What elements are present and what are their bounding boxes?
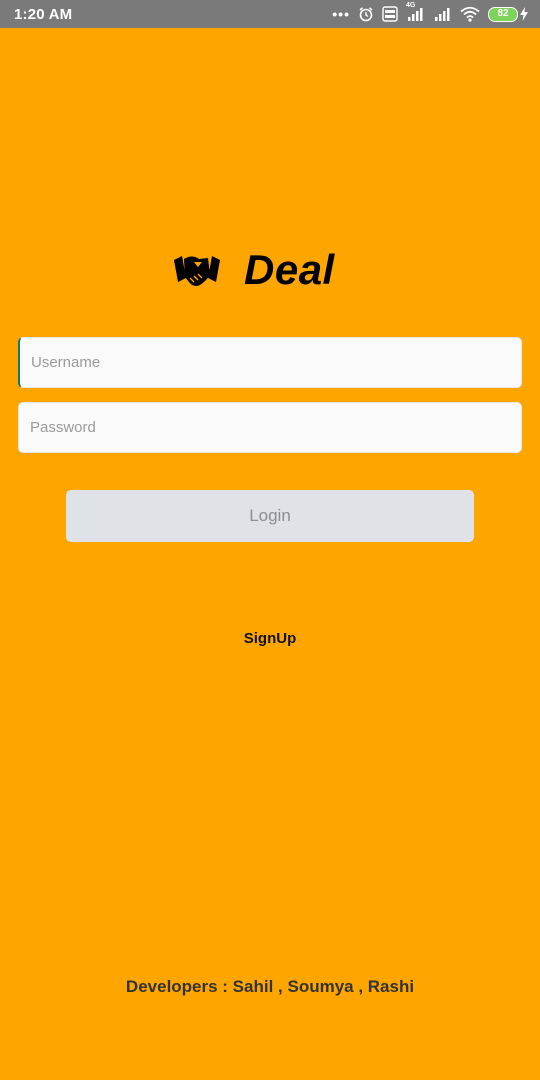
wifi-icon <box>460 6 480 22</box>
volte-icon <box>382 6 398 22</box>
handshake-icon <box>172 248 222 292</box>
username-input[interactable] <box>18 337 522 388</box>
app-logo: Deal <box>172 245 335 295</box>
status-time: 1:20 AM <box>14 5 73 23</box>
login-button[interactable]: Login <box>66 490 474 542</box>
alarm-icon <box>358 6 374 22</box>
status-icons: ••• 4G 82 <box>332 2 528 22</box>
battery-icon: 82 <box>488 6 518 22</box>
signup-link[interactable]: SignUp <box>0 630 540 647</box>
network-type-label: 4G <box>406 2 416 9</box>
signal-4g-icon: 4G <box>406 2 426 22</box>
app-title: Deal <box>244 246 335 293</box>
battery-indicator: 82 <box>488 6 528 22</box>
password-input[interactable] <box>18 402 522 453</box>
signal-icon <box>434 6 452 22</box>
charging-icon <box>520 7 528 21</box>
status-bar: 1:20 AM ••• 4G 82 <box>0 0 540 28</box>
more-notifications-icon: ••• <box>332 6 350 22</box>
developers-credit: Developers : Sahil , Soumya , Rashi <box>125 977 415 996</box>
